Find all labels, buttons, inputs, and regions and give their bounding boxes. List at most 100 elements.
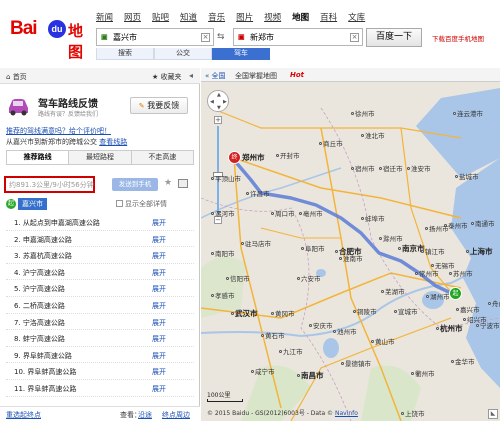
map-scope-dropdown[interactable]: 全国掌握地图 xyxy=(235,71,277,81)
route-step-row[interactable]: 9. 界阜蚌高速公路 展开 xyxy=(6,347,194,364)
city-label[interactable]: 黄山市 xyxy=(371,336,395,346)
print-icon[interactable] xyxy=(178,179,188,188)
map-pan-control[interactable]: ▲ ▼ ◀ ▶ xyxy=(207,90,229,112)
expand-step-link[interactable]: 展开 xyxy=(152,251,166,261)
pan-down-icon[interactable]: ▼ xyxy=(217,105,221,111)
route-step-row[interactable]: 2. 申嘉湖高速公路 展开 xyxy=(6,231,194,248)
reselect-endpoints-link[interactable]: 重选起终点 xyxy=(6,410,41,420)
overview-toggle-icon[interactable]: ◣ xyxy=(488,409,498,419)
route-step-row[interactable]: 8. 蚌宁高速公路 展开 xyxy=(6,330,194,347)
route-step-row[interactable]: 5. 沪宁高速公路 展开 xyxy=(6,280,194,297)
pan-up-icon[interactable]: ▲ xyxy=(217,92,221,98)
city-label[interactable]: 盐城市 xyxy=(455,171,479,181)
route-step-row[interactable]: 6. 二桥高速公路 展开 xyxy=(6,297,194,314)
city-label[interactable]: 绍兴市 xyxy=(463,314,487,324)
origin-marker[interactable]: 起 xyxy=(449,287,462,300)
city-label[interactable]: 衢州市 xyxy=(411,368,435,378)
city-label[interactable]: 黄冈市 xyxy=(271,308,295,318)
pan-left-icon[interactable]: ◀ xyxy=(210,99,214,105)
mode-tab[interactable]: 搜索 xyxy=(96,48,154,60)
city-label[interactable]: 铜陵市 xyxy=(353,306,377,316)
expand-step-link[interactable]: 展开 xyxy=(152,334,166,344)
city-label[interactable]: 宣城市 xyxy=(394,306,418,316)
city-label[interactable]: 常州市 xyxy=(415,268,439,278)
end-search-field[interactable]: ▣ × xyxy=(233,28,363,46)
city-label[interactable]: 平顶山市 xyxy=(211,173,241,183)
city-label[interactable]: 南阳市 xyxy=(211,248,235,258)
mode-tab[interactable]: 驾车 xyxy=(212,48,270,60)
end-input[interactable] xyxy=(250,30,340,44)
city-label[interactable]: 滁州市 xyxy=(379,233,403,243)
navinfo-link[interactable]: Navinfo xyxy=(335,410,358,417)
city-label[interactable]: 商丘市 xyxy=(319,138,343,148)
city-label[interactable]: 上海市 xyxy=(466,246,493,257)
city-label[interactable]: 阜阳市 xyxy=(301,243,325,253)
expand-step-link[interactable]: 展开 xyxy=(152,301,166,311)
city-label[interactable]: 六安市 xyxy=(297,273,321,283)
city-label[interactable]: 宿州市 xyxy=(351,163,375,173)
expand-step-link[interactable]: 展开 xyxy=(152,268,166,278)
city-label[interactable]: 漯河市 xyxy=(211,208,235,218)
nav-item[interactable]: 地图 xyxy=(292,11,309,23)
city-label[interactable]: 黄石市 xyxy=(261,330,285,340)
search-button[interactable]: 百度一下 xyxy=(366,28,422,47)
city-label[interactable]: 九江市 xyxy=(279,346,303,356)
expand-step-link[interactable]: 展开 xyxy=(152,384,166,394)
city-label[interactable]: 金华市 xyxy=(451,356,475,366)
city-label[interactable]: 武汉市 xyxy=(231,308,258,319)
city-label[interactable]: 杭州市 xyxy=(436,323,463,334)
city-label[interactable]: 嘉兴市 xyxy=(456,304,480,314)
expand-step-link[interactable]: 展开 xyxy=(152,284,166,294)
route-option-tab[interactable]: 最短路程 xyxy=(69,151,132,164)
along-route-link[interactable]: 沿途 xyxy=(138,410,152,420)
expand-step-link[interactable]: 展开 xyxy=(152,351,166,361)
start-input[interactable] xyxy=(113,30,203,44)
route-step-row[interactable]: 11. 界阜蚌高速公路 展开 xyxy=(6,380,194,397)
route-step-row[interactable]: 1. 从起点到申嘉湖高速公路 展开 xyxy=(6,214,194,231)
favorites-link[interactable]: ★ 收藏夹 xyxy=(152,72,182,82)
nav-item[interactable]: 文库 xyxy=(348,11,365,23)
nav-item[interactable]: 知道 xyxy=(180,11,197,23)
city-label[interactable]: 开封市 xyxy=(276,150,300,160)
checkbox-icon[interactable] xyxy=(116,200,123,207)
route-step-row[interactable]: 10. 界阜蚌高速公路 展开 xyxy=(6,363,194,380)
download-app-link[interactable]: 下载百度手机地图 xyxy=(432,33,484,43)
nav-item[interactable]: 网页 xyxy=(124,11,141,23)
city-label[interactable]: 南通市 xyxy=(471,218,495,228)
nav-item[interactable]: 贴吧 xyxy=(152,11,169,23)
pan-right-icon[interactable]: ▶ xyxy=(223,99,227,105)
city-label[interactable]: 郑州市 xyxy=(238,152,265,163)
city-label[interactable]: 镇江市 xyxy=(421,246,445,256)
city-label[interactable]: 连云港市 xyxy=(453,108,483,118)
expand-step-link[interactable]: 展开 xyxy=(152,218,166,228)
city-label[interactable]: 蚌埠市 xyxy=(361,213,385,223)
favorite-star-icon[interactable]: ★ xyxy=(164,178,172,188)
clear-start-icon[interactable]: × xyxy=(201,33,210,42)
nav-item[interactable]: 百科 xyxy=(320,11,337,23)
clear-end-icon[interactable]: × xyxy=(350,33,359,42)
route-option-tab[interactable]: 不走高速 xyxy=(131,151,193,164)
view-lines-link[interactable]: 查看线路 xyxy=(99,138,127,146)
city-label[interactable]: 泰州市 xyxy=(444,220,468,230)
expand-step-link[interactable]: 展开 xyxy=(152,235,166,245)
city-label[interactable]: 徐州市 xyxy=(351,108,375,118)
nav-item[interactable]: 音乐 xyxy=(208,11,225,23)
city-label[interactable]: 上饶市 xyxy=(401,408,425,418)
destination-marker[interactable]: 终 xyxy=(228,151,241,164)
route-step-row[interactable]: 4. 沪宁高速公路 展开 xyxy=(6,264,194,281)
map-canvas[interactable]: « 全国 全国掌握地图 Hot ▲ ▼ ◀ ▶ + − 郑州市 开封市 商丘市 许昌市… xyxy=(201,68,500,421)
route-option-tab[interactable]: 推荐路线 xyxy=(7,151,70,164)
city-label[interactable]: 舟山市 xyxy=(488,298,500,308)
start-search-field[interactable]: ▣ × xyxy=(96,28,214,46)
show-all-details-toggle[interactable]: 显示全部详情 xyxy=(116,199,167,209)
zoom-in-button[interactable]: + xyxy=(214,116,222,124)
city-label[interactable]: 南昌市 xyxy=(297,370,324,381)
home-link[interactable]: ⌂ 首页 xyxy=(6,72,27,82)
route-step-row[interactable]: 7. 宁洛高速公路 展开 xyxy=(6,314,194,331)
city-label[interactable]: 宿迁市 xyxy=(379,163,403,173)
city-label[interactable]: 合肥市 xyxy=(335,246,362,257)
city-label[interactable]: 景德镇市 xyxy=(341,358,371,368)
nav-item[interactable]: 视频 xyxy=(264,11,281,23)
city-label[interactable]: 池州市 xyxy=(333,326,357,336)
feedback-button[interactable]: ✎ 我要反馈 xyxy=(130,97,188,114)
